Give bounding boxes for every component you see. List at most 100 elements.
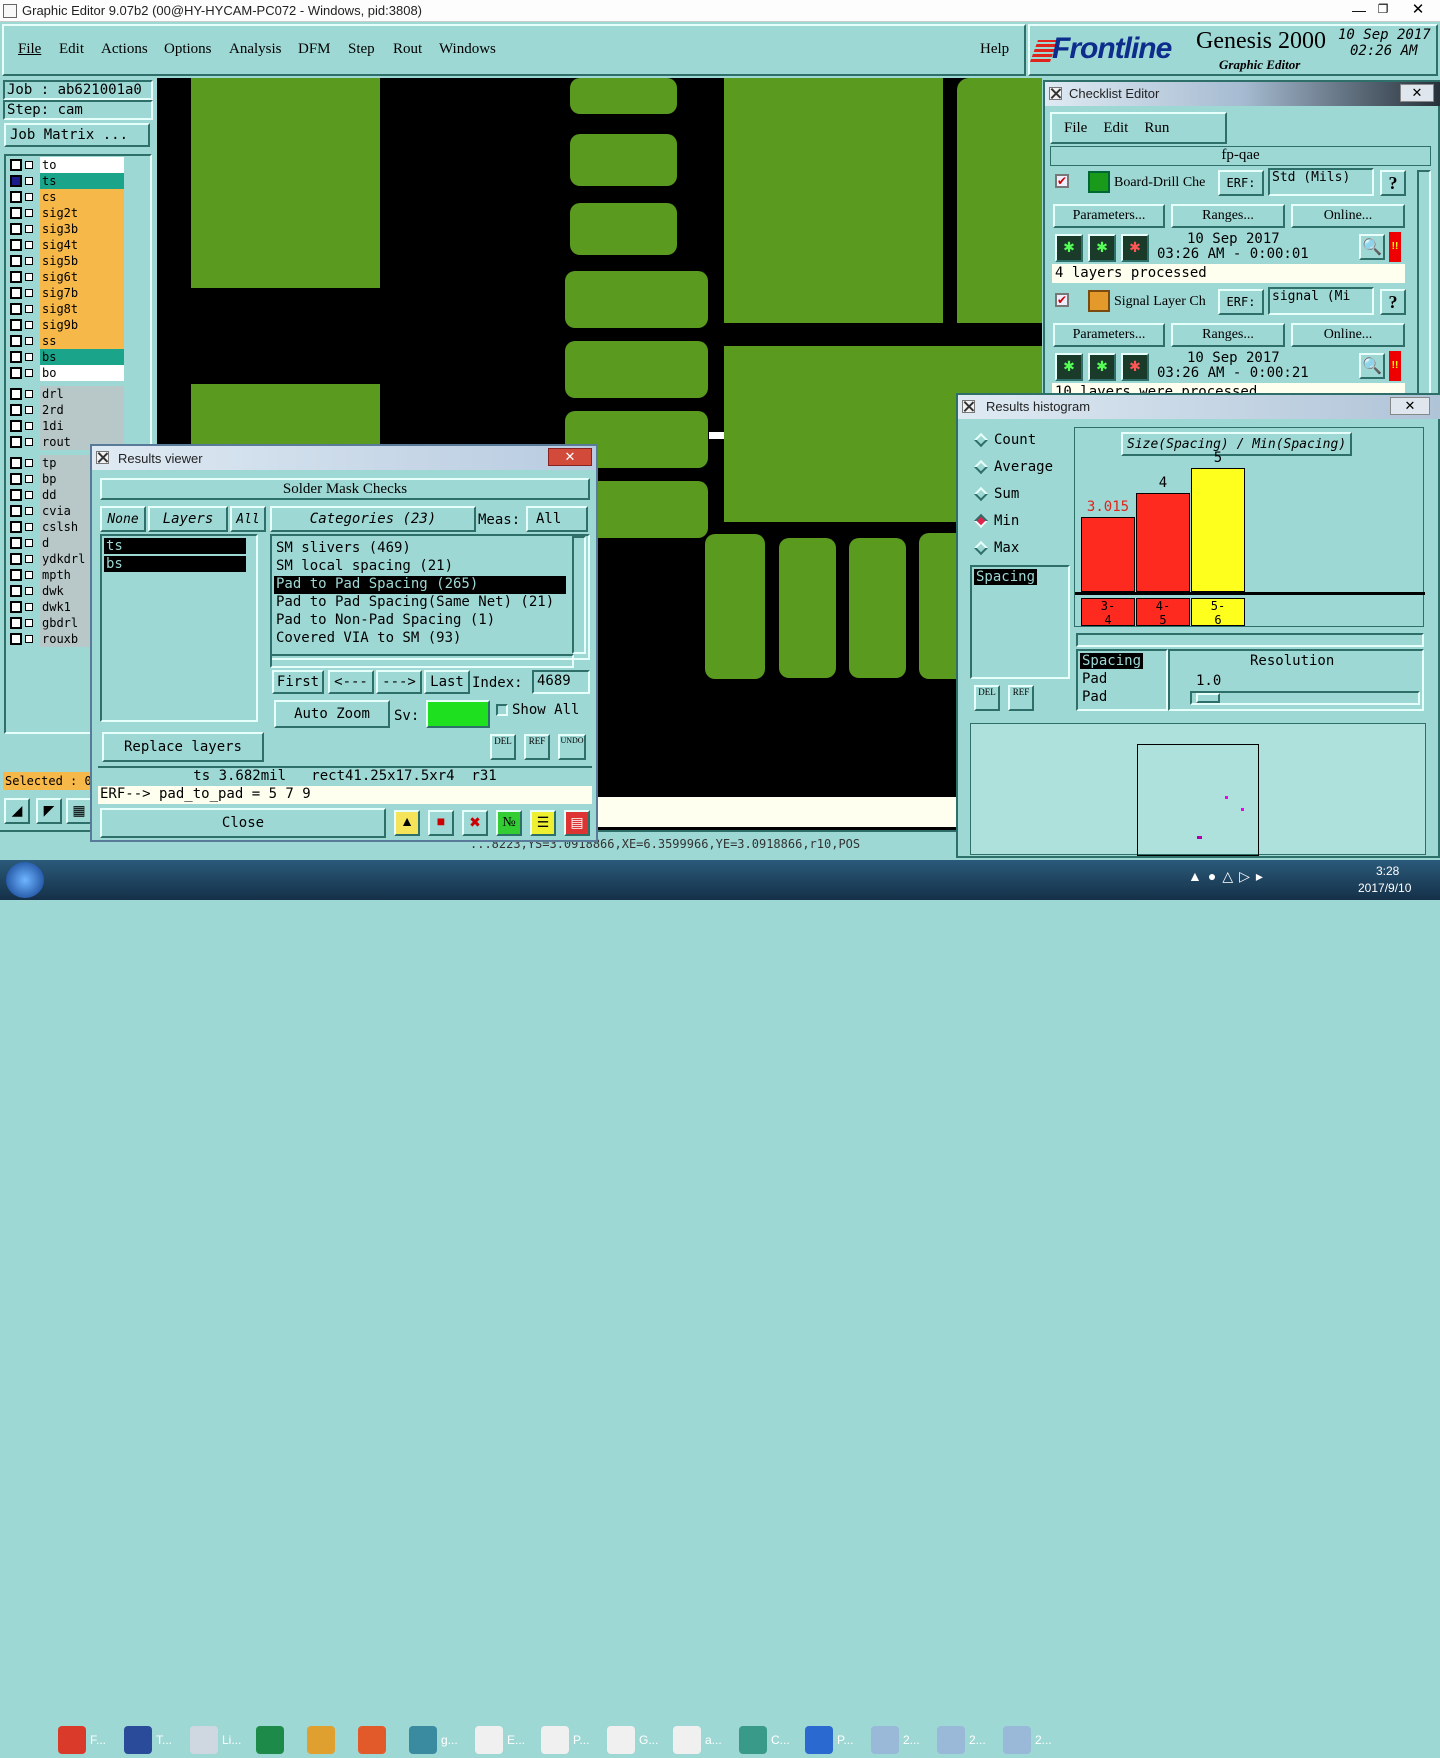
start-button[interactable]	[6, 862, 44, 898]
taskbar-item[interactable]: 2...	[937, 1722, 999, 1758]
minimize-icon[interactable]: —	[1348, 2, 1370, 18]
layer-checkbox[interactable]	[10, 601, 22, 613]
layer-row[interactable]: ss	[8, 333, 124, 349]
erf-button[interactable]: ERF:	[1218, 170, 1264, 196]
layer-checkbox[interactable]	[10, 335, 22, 347]
layer-checkbox[interactable]	[10, 436, 22, 448]
toolbar-icon-5[interactable]: ☰	[530, 810, 556, 836]
next-button[interactable]: --->	[376, 670, 422, 694]
layer-results-list[interactable]: ts bs	[100, 534, 258, 722]
stop-icon[interactable]: ✱	[1121, 353, 1149, 381]
ref-icon[interactable]: REF	[1008, 685, 1034, 711]
resolution-slider[interactable]	[1190, 691, 1420, 705]
layer-checkbox[interactable]	[10, 223, 22, 235]
last-button[interactable]: Last	[424, 670, 470, 694]
del-icon[interactable]: DEL	[974, 685, 1000, 711]
ref-icon[interactable]: REF	[524, 734, 550, 760]
layer-checkbox[interactable]	[10, 473, 22, 485]
layer-checkbox[interactable]	[10, 191, 22, 203]
help-button[interactable]: ?	[1380, 289, 1406, 315]
layer-row[interactable]: 1di	[8, 418, 124, 434]
menu-help[interactable]: Help	[980, 41, 1009, 58]
help-button[interactable]: ?	[1380, 170, 1406, 196]
layer-checkbox[interactable]	[10, 569, 22, 581]
layer-checkbox[interactable]	[10, 489, 22, 501]
menu-edit[interactable]: Edit	[59, 41, 84, 58]
layer-row[interactable]: sig6t	[8, 269, 124, 285]
layer-checkbox[interactable]	[10, 404, 22, 416]
layer-checkbox[interactable]	[10, 633, 22, 645]
layer-checkbox[interactable]	[10, 287, 22, 299]
layer-checkbox[interactable]	[10, 303, 22, 315]
layer-row[interactable]: sig4t	[8, 237, 124, 253]
layer-checkbox[interactable]	[10, 175, 22, 187]
taskbar-item[interactable]: g...	[409, 1722, 471, 1758]
erf-button[interactable]: ERF:	[1218, 289, 1264, 315]
layer-row[interactable]: drl	[8, 386, 124, 402]
layer-row[interactable]: sig3b	[8, 221, 124, 237]
check-enabled-checkbox[interactable]: ✔	[1055, 174, 1069, 188]
run-icon[interactable]: ✱	[1055, 234, 1083, 262]
layer-row[interactable]: bo	[8, 365, 124, 381]
histogram-bar[interactable]	[1081, 517, 1135, 592]
maximize-icon[interactable]: ❐	[1372, 2, 1394, 18]
layer-row[interactable]: sig2t	[8, 205, 124, 221]
first-button[interactable]: First	[272, 670, 324, 694]
online-button[interactable]: Online...	[1291, 204, 1405, 228]
close-icon[interactable]: ✕	[1398, 0, 1438, 20]
tool-button-3[interactable]: ▦	[66, 798, 92, 824]
checklist-menu-file[interactable]: File	[1064, 120, 1087, 137]
menu-analysis[interactable]: Analysis	[229, 41, 282, 58]
category-list[interactable]: SM slivers (469) SM local spacing (21) Pad…	[270, 534, 590, 660]
parameters-button[interactable]: Parameters...	[1053, 204, 1165, 228]
sv-color-select[interactable]	[426, 700, 490, 728]
close-button[interactable]: Close	[100, 808, 386, 838]
close-icon[interactable]: ✕	[1390, 397, 1430, 415]
radio-min[interactable]: Min	[970, 512, 1070, 532]
toolbar-icon-6[interactable]: ▤	[564, 810, 590, 836]
taskbar-item[interactable]: 2...	[871, 1722, 933, 1758]
layer-checkbox[interactable]	[10, 537, 22, 549]
menu-options[interactable]: Options	[164, 41, 212, 58]
toolbar-icon-2[interactable]: ■	[428, 810, 454, 836]
layer-row[interactable]: sig9b	[8, 317, 124, 333]
toolbar-icon-3[interactable]: ✖	[462, 810, 488, 836]
replace-layers-button[interactable]: Replace layers	[102, 732, 264, 762]
taskbar-item[interactable]: Li...	[190, 1722, 252, 1758]
layer-row[interactable]: sig8t	[8, 301, 124, 317]
taskbar-item[interactable]: F...	[58, 1722, 120, 1758]
layer-row[interactable]: cs	[8, 189, 124, 205]
radio-sum[interactable]: Sum	[970, 485, 1070, 505]
layer-checkbox[interactable]	[10, 457, 22, 469]
layer-checkbox[interactable]	[10, 207, 22, 219]
menu-file[interactable]: File	[18, 41, 41, 58]
ranges-button[interactable]: Ranges...	[1171, 204, 1285, 228]
taskbar-item[interactable]: P...	[541, 1722, 603, 1758]
layer-checkbox[interactable]	[10, 319, 22, 331]
menu-windows[interactable]: Windows	[439, 41, 496, 58]
prev-button[interactable]: <---	[328, 670, 374, 694]
layer-row[interactable]: ts	[8, 173, 124, 189]
run-all-icon[interactable]: ✱	[1088, 353, 1116, 381]
zoom-results-icon[interactable]: 🔍	[1359, 234, 1385, 260]
histogram-bar[interactable]	[1191, 468, 1245, 592]
none-button[interactable]: None	[100, 506, 146, 532]
taskbar-item[interactable]: P...	[805, 1722, 867, 1758]
taskbar-item[interactable]: 2...	[1003, 1722, 1065, 1758]
category-vscroll[interactable]	[572, 536, 586, 654]
meas-select[interactable]: All	[526, 506, 588, 532]
menu-actions[interactable]: Actions	[101, 41, 148, 58]
layer-item-ts[interactable]: ts	[104, 538, 246, 554]
run-icon[interactable]: ✱	[1055, 353, 1083, 381]
layer-checkbox[interactable]	[10, 351, 22, 363]
layer-checkbox[interactable]	[10, 505, 22, 517]
layer-checkbox[interactable]	[10, 239, 22, 251]
all-button[interactable]: All	[230, 506, 266, 532]
layer-checkbox[interactable]	[10, 159, 22, 171]
layer-checkbox[interactable]	[10, 420, 22, 432]
layer-checkbox[interactable]	[10, 271, 22, 283]
layer-checkbox[interactable]	[10, 367, 22, 379]
layer-row[interactable]: sig7b	[8, 285, 124, 301]
histogram-bar[interactable]	[1136, 493, 1190, 592]
layers-button[interactable]: Layers	[148, 506, 228, 532]
